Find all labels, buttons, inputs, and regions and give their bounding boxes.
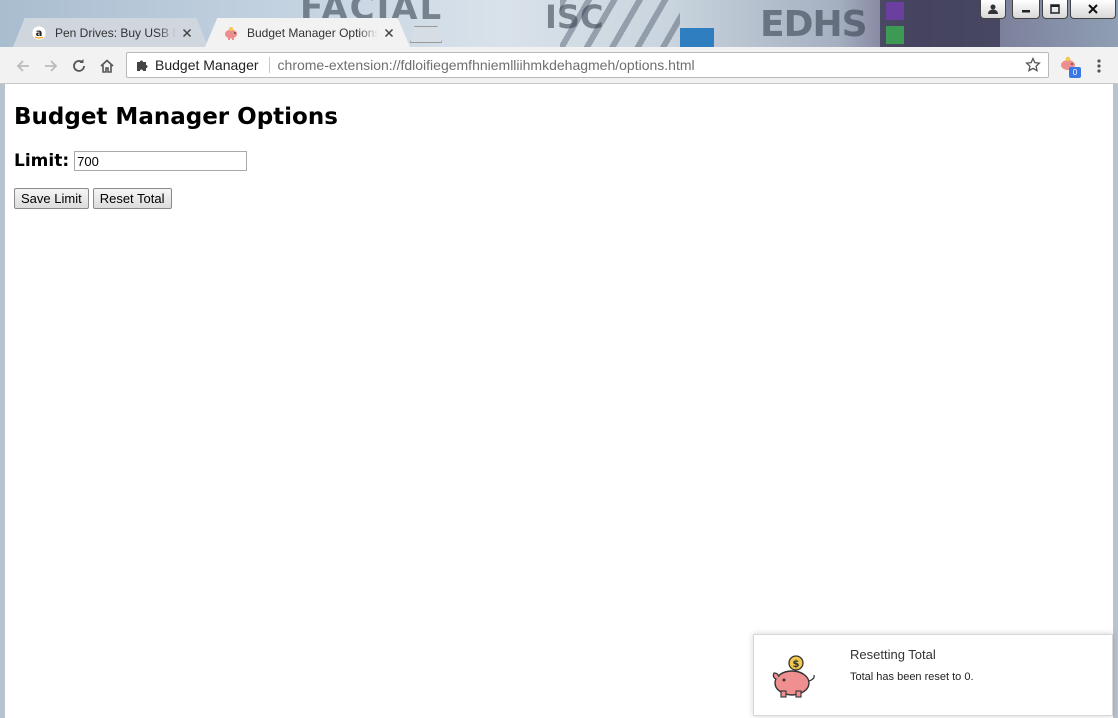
browser-menu-button[interactable] — [1092, 57, 1106, 75]
close-window-button[interactable] — [1070, 0, 1116, 19]
notification-title: Resetting Total — [850, 647, 936, 662]
tab-title: Budget Manager Options — [247, 25, 378, 40]
origin-label: Budget Manager — [155, 57, 259, 73]
forward-button[interactable] — [40, 55, 62, 77]
more-vertical-icon — [1097, 59, 1101, 73]
piggy-bank-icon: $ — [772, 655, 815, 698]
options-page: Budget Manager Options Limit: Save Limit… — [5, 84, 1113, 718]
home-button[interactable] — [96, 55, 118, 77]
maximize-button[interactable] — [1042, 0, 1068, 19]
origin-divider — [268, 57, 270, 73]
notification-message: Total has been reset to 0. — [850, 671, 974, 683]
address-bar[interactable]: Budget Manager chrome-extension://fdloif… — [126, 52, 1049, 78]
limit-label: Limit: — [14, 151, 70, 171]
svg-text:$: $ — [793, 659, 800, 670]
notification-popup[interactable]: $ Resetting Total Total has been reset t… — [753, 634, 1113, 716]
piggy-bank-icon — [223, 25, 239, 41]
home-icon — [100, 59, 114, 73]
close-tab-icon[interactable] — [382, 26, 396, 40]
new-tab-button[interactable] — [410, 26, 442, 43]
window-controls — [980, 0, 1116, 19]
restore-icon — [1050, 4, 1060, 14]
button-row: Save Limit Reset Total — [14, 188, 172, 209]
limit-input[interactable] — [74, 151, 248, 171]
tab-title: Pen Drives: Buy USB Drives — [55, 25, 176, 40]
extension-badge: 0 — [1069, 67, 1081, 78]
user-icon — [988, 4, 998, 14]
reload-button[interactable] — [68, 55, 90, 77]
browser-toolbar: Budget Manager chrome-extension://fdloif… — [0, 47, 1118, 84]
tab-strip: a Pen Drives: Buy USB Drives Budget Mana… — [0, 15, 1118, 47]
limit-row: Limit: — [14, 151, 248, 171]
close-icon — [1088, 4, 1098, 14]
page-title: Budget Manager Options — [14, 104, 338, 130]
url-text: chrome-extension://fdloifiegemfhniemllii… — [277, 57, 695, 73]
reload-icon — [73, 59, 85, 72]
close-tab-icon[interactable] — [180, 26, 194, 40]
back-button[interactable] — [12, 55, 34, 77]
minimize-button[interactable] — [1012, 0, 1040, 19]
minimize-icon — [1022, 10, 1030, 13]
reset-total-button[interactable]: Reset Total — [92, 188, 172, 209]
back-arrow-icon — [16, 60, 29, 72]
profile-button[interactable] — [980, 0, 1006, 19]
puzzle-piece-icon — [135, 58, 149, 72]
window-frame-right — [1113, 84, 1118, 718]
bookmark-star-icon[interactable] — [1024, 56, 1042, 74]
tab-pen-drives[interactable]: a Pen Drives: Buy USB Drives — [13, 18, 208, 47]
budget-extension-button[interactable]: 0 — [1058, 56, 1082, 78]
tab-budget-manager[interactable]: Budget Manager Options — [205, 18, 410, 47]
amazon-icon: a — [31, 25, 47, 41]
forward-arrow-icon — [45, 60, 58, 72]
save-limit-button[interactable]: Save Limit — [14, 188, 89, 209]
